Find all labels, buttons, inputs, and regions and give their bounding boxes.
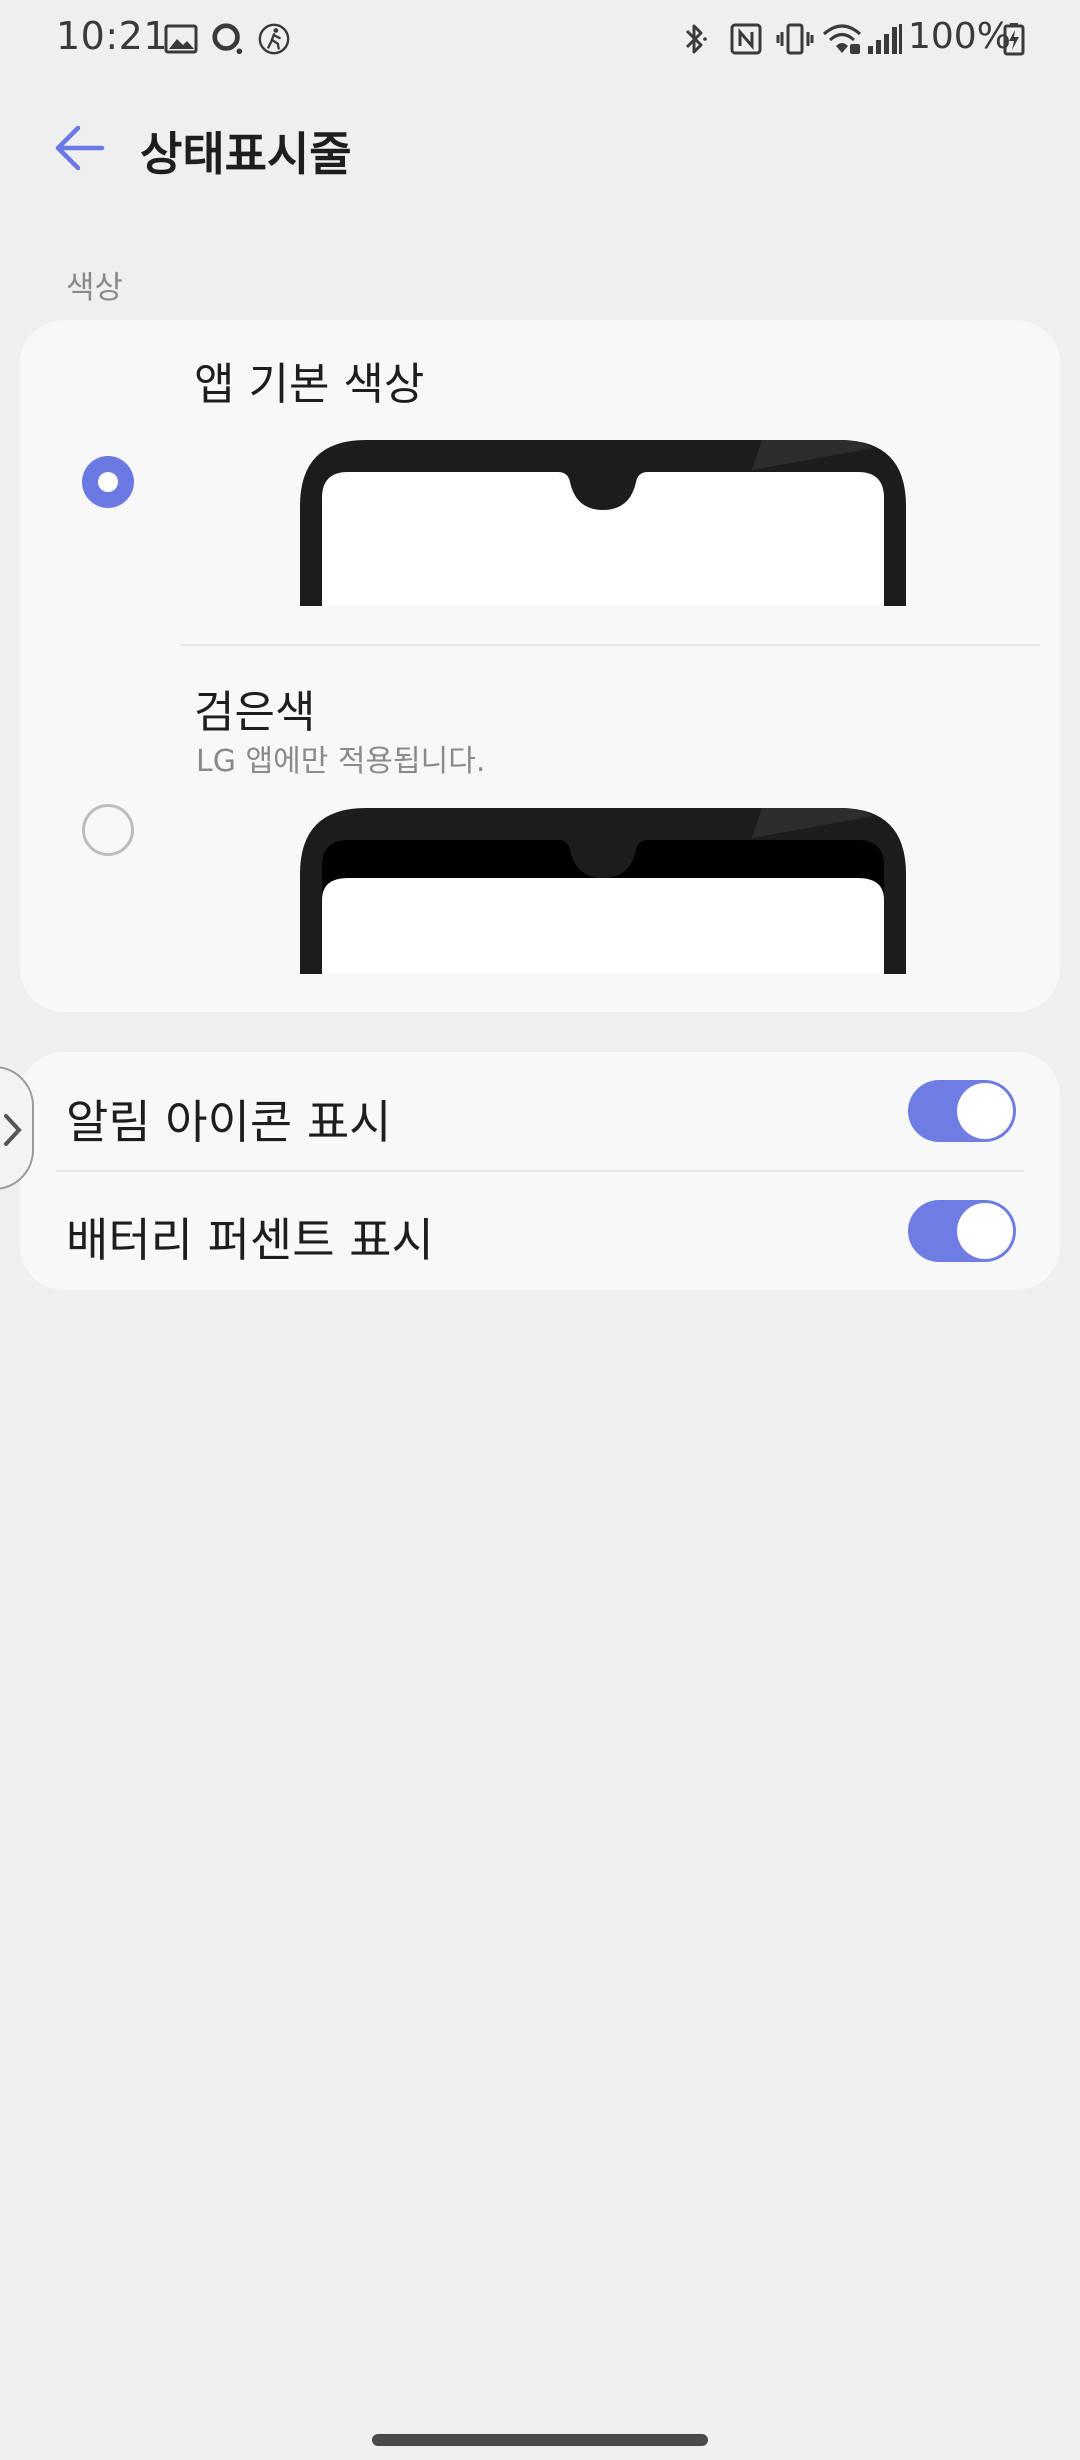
status-bar: 10:21 100% xyxy=(0,0,1080,80)
color-options-card: 앱 기본 색상 검은색 LG 앱에만 적용됩니다. xyxy=(20,320,1060,1012)
page-title: 상태표시줄 xyxy=(140,127,352,181)
nfc-icon xyxy=(730,23,762,55)
toggle-label: 알림 아이콘 표시 xyxy=(66,1095,392,1149)
color-option-app-default[interactable]: 앱 기본 색상 xyxy=(20,320,1060,646)
gallery-icon xyxy=(164,24,198,54)
color-option-black[interactable]: 검은색 LG 앱에만 적용됩니다. xyxy=(20,646,1060,1012)
toggle-row-battery-percent[interactable]: 배터리 퍼센트 표시 xyxy=(20,1172,1060,1290)
notification-icons-switch[interactable] xyxy=(908,1080,1016,1142)
battery-percent: 100% xyxy=(908,16,1011,57)
toggles-card: 알림 아이콘 표시 배터리 퍼센트 표시 xyxy=(20,1052,1060,1290)
battery-charging-icon xyxy=(1003,23,1025,56)
section-label-color: 색상 xyxy=(66,270,124,306)
chevron-right-icon xyxy=(4,1114,22,1146)
gesture-nav-bar[interactable] xyxy=(372,2434,708,2446)
phone-preview-default-icon xyxy=(300,440,906,606)
toggle-row-notification-icons[interactable]: 알림 아이콘 표시 xyxy=(20,1052,1060,1170)
vibrate-icon xyxy=(776,23,814,55)
radio-app-default[interactable] xyxy=(82,456,134,508)
battery-percent-switch[interactable] xyxy=(908,1200,1016,1262)
option-title: 검은색 xyxy=(194,687,316,738)
circle-app-icon xyxy=(212,23,243,55)
option-title: 앱 기본 색상 xyxy=(194,359,425,410)
signal-icon xyxy=(868,24,902,54)
phone-preview-black-icon xyxy=(300,808,906,974)
toggle-label: 배터리 퍼센트 표시 xyxy=(66,1213,434,1267)
status-time: 10:21 xyxy=(56,14,169,58)
wifi-icon xyxy=(823,24,861,54)
walking-icon xyxy=(258,23,290,55)
back-arrow-icon[interactable] xyxy=(52,120,108,176)
radio-black[interactable] xyxy=(82,804,134,856)
bluetooth-icon xyxy=(685,24,707,54)
option-subtitle: LG 앱에만 적용됩니다. xyxy=(196,744,486,779)
